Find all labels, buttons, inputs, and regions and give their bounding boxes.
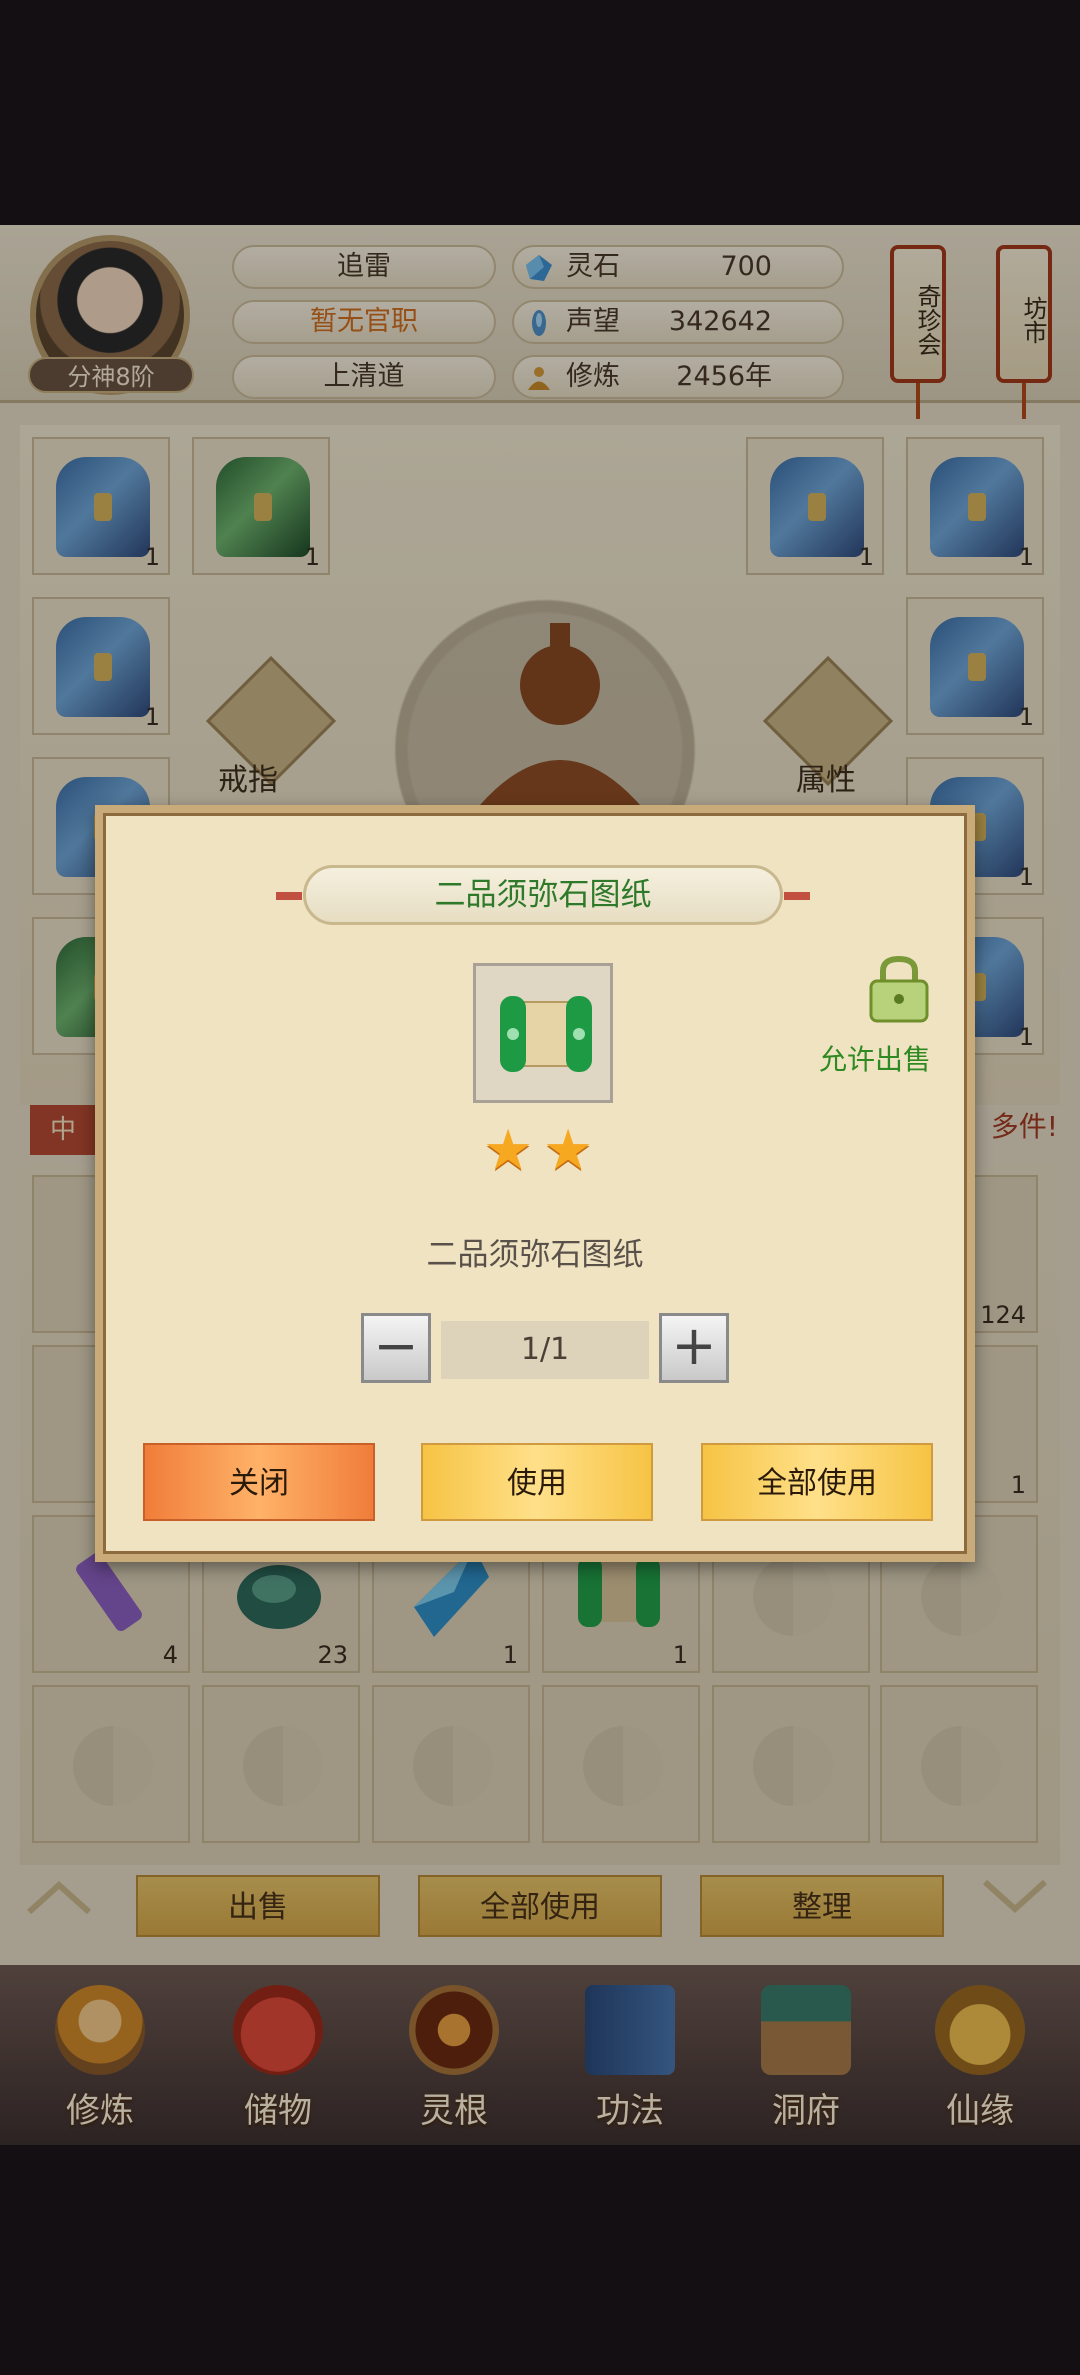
decrease-quantity-button[interactable]: − xyxy=(361,1313,431,1383)
star-icon: ★ xyxy=(483,1118,534,1183)
close-button[interactable]: 关闭 xyxy=(143,1443,375,1521)
use-all-dialog-button[interactable]: 全部使用 xyxy=(701,1443,933,1521)
dialog-title: 二品须弥石图纸 xyxy=(276,865,810,925)
quantity-display: 1/1 xyxy=(441,1321,649,1379)
increase-quantity-button[interactable]: + xyxy=(659,1313,729,1383)
blueprint-scroll-icon xyxy=(500,996,592,1072)
item-icon-frame xyxy=(473,963,613,1103)
use-button[interactable]: 使用 xyxy=(421,1443,653,1521)
star-icon: ★ xyxy=(543,1118,594,1183)
item-dialog: 二品须弥石图纸 ★ ★ 允许出售 二品须弥石图纸 − 1/1 + 关闭 使用 全… xyxy=(95,805,975,1562)
sell-permission-label: 允许出售 xyxy=(819,1043,932,1076)
item-name: 二品须弥石图纸 xyxy=(426,1237,644,1273)
unlock-icon[interactable] xyxy=(863,953,935,1025)
